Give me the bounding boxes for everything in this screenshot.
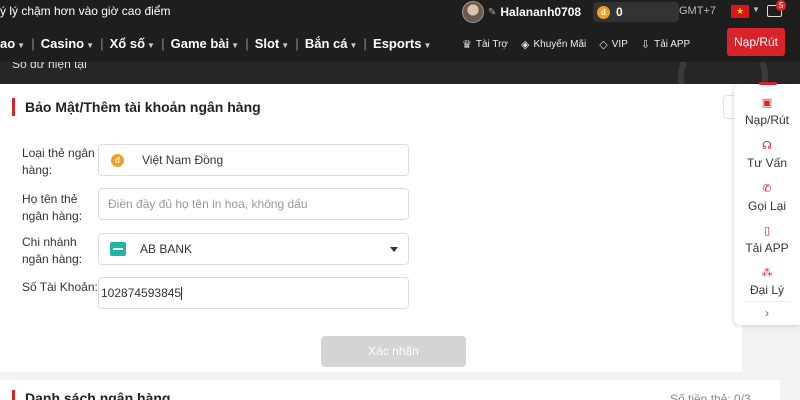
holder-name-placeholder: Điền đầy đủ họ tên in hoa, không dấu	[108, 197, 308, 211]
deposit-withdraw-button[interactable]: Nạp/Rút	[727, 28, 785, 56]
agent-network-icon: ⁂	[761, 267, 773, 279]
card-type-field[interactable]: đ Việt Nam Đồng	[98, 144, 409, 176]
balance-display[interactable]: đ 0	[593, 2, 679, 22]
link-sponsor[interactable]: ♛ Tài Trợ	[462, 38, 508, 51]
floating-sidebar: ▣ Nạp/Rút ☊ Tư Vấn ✆ Gọi Lại ▯ Tải APP ⁂…	[734, 82, 800, 325]
page-title: Bảo Mật/Thêm tài khoản ngân hàng	[12, 98, 261, 116]
balance-band: Số dư hiện tại	[0, 62, 800, 84]
sidebar-item-support[interactable]: ☊ Tư Vấn	[734, 139, 800, 170]
nav-item-fishing[interactable]: Bắn cá ▼	[305, 36, 358, 51]
chevron-down-icon[interactable]: ▼	[752, 5, 760, 14]
nav-item-casino[interactable]: Casino ▼	[41, 36, 94, 51]
vip-badge-icon: ✎	[488, 6, 497, 18]
account-number-label: Số Tài Khoản:	[22, 280, 98, 294]
chevron-down-icon: ▼	[349, 41, 358, 50]
top-bar: ý lý chậm hơn vào giờ cao điểm ✎ Halanan…	[0, 0, 800, 24]
vietnam-flag-icon[interactable]: ★	[731, 5, 749, 18]
chevron-right-icon[interactable]: ›	[734, 306, 800, 320]
headset-icon: ☊	[762, 140, 772, 152]
confirm-button[interactable]: Xác nhận	[321, 336, 466, 367]
sidebar-item-deposit[interactable]: ▣ Nạp/Rút	[734, 96, 800, 127]
holder-name-label: Họ tên thẻ ngân hàng:	[22, 192, 83, 223]
nav-item-esports[interactable]: Esports ▼	[373, 36, 431, 51]
sidebar-divider	[744, 301, 790, 302]
avatar[interactable]	[462, 1, 484, 23]
sidebar-accent	[759, 82, 777, 85]
account-number-value: 102874593845	[101, 286, 182, 300]
nav-links: ♛ Tài Trợ ◈ Khuyến Mãi ◇ VIP ⇩ Tải APP	[462, 38, 703, 51]
diamond-icon: ◇	[599, 39, 608, 51]
link-promotions[interactable]: ◈ Khuyến Mãi	[521, 38, 586, 51]
username[interactable]: Halananh0708	[500, 5, 581, 19]
nav-menu: ao ▼ | Casino ▼ | Xổ số ▼ | Game bài ▼ | Slot ▼ | …	[0, 36, 437, 51]
bank-card-count: Số tiền thẻ: 0/3	[670, 392, 751, 400]
nav-divider: |	[245, 36, 249, 51]
chevron-down-icon: ▼	[17, 41, 26, 50]
chevron-down-icon: ▼	[423, 41, 432, 50]
branch-label: Chi nhánh ngân hàng:	[22, 235, 83, 266]
nav-item-card-games[interactable]: Game bài ▼	[171, 36, 239, 51]
bank-list-card: Danh sách ngân hàng Số tiền thẻ: 0/3	[0, 380, 780, 400]
mail-count-badge: 5	[776, 0, 787, 11]
bank-icon	[110, 242, 126, 256]
nav-divider: |	[295, 36, 299, 51]
link-vip[interactable]: ◇ VIP	[599, 38, 628, 51]
card-type-label: Loại thẻ ngân hàng:	[22, 146, 95, 177]
phone-icon: ✆	[762, 183, 772, 195]
bank-branch-select[interactable]: AB BANK	[98, 233, 409, 265]
balance-amount: 0	[616, 5, 623, 19]
sidebar-item-agent[interactable]: ⁂ Đại Lý	[734, 266, 800, 297]
download-icon: ⇩	[640, 39, 651, 51]
timezone-label: GMT+7	[679, 5, 716, 17]
bank-account-form-card: Bảo Mật/Thêm tài khoản ngân hàng Loại th…	[0, 84, 747, 372]
mobile-icon: ▯	[763, 225, 771, 237]
chevron-down-icon: ▼	[147, 41, 155, 50]
link-download-app[interactable]: ⇩ Tải APP	[641, 38, 690, 51]
bank-branch-value: AB BANK	[140, 242, 193, 256]
text-cursor	[181, 286, 183, 300]
promo-tag-icon: ◈	[521, 39, 530, 51]
nav-item-partial[interactable]: ao ▼	[0, 36, 25, 51]
wallet-icon: ▣	[761, 97, 773, 109]
chevron-down-icon: ▼	[86, 41, 94, 50]
nav-divider: |	[100, 36, 104, 51]
nav-divider: |	[160, 36, 165, 51]
announcement-marquee: ý lý chậm hơn vào giờ cao điểm	[0, 4, 171, 18]
sidebar-item-callback[interactable]: ✆ Gọi Lại	[734, 182, 800, 213]
bank-list-title: Danh sách ngân hàng	[12, 390, 170, 400]
nav-divider: |	[31, 36, 35, 51]
card-type-value: Việt Nam Đồng	[142, 153, 224, 167]
chevron-down-icon[interactable]	[390, 247, 398, 252]
user-info[interactable]: ✎ Halananh0708	[462, 1, 581, 23]
dong-currency-icon: đ	[111, 153, 124, 167]
chevron-down-icon: ▼	[281, 41, 290, 50]
nav-divider: |	[363, 36, 368, 51]
nav-item-lottery[interactable]: Xổ số ▼	[110, 36, 155, 51]
account-number-input[interactable]: 102874593845	[98, 277, 409, 309]
current-balance-label: Số dư hiện tại	[12, 62, 87, 71]
main-nav: ao ▼ | Casino ▼ | Xổ số ▼ | Game bài ▼ | Slot ▼ | …	[0, 24, 800, 62]
nav-item-slot[interactable]: Slot ▼	[255, 36, 289, 51]
sidebar-item-download-app[interactable]: ▯ Tải APP	[734, 224, 800, 255]
chevron-down-icon: ▼	[231, 41, 240, 50]
holder-name-input[interactable]: Điền đầy đủ họ tên in hoa, không dấu	[98, 188, 409, 220]
decorative-ring	[678, 62, 768, 84]
coin-icon: đ	[597, 5, 610, 19]
sponsor-icon: ♛	[462, 39, 472, 51]
